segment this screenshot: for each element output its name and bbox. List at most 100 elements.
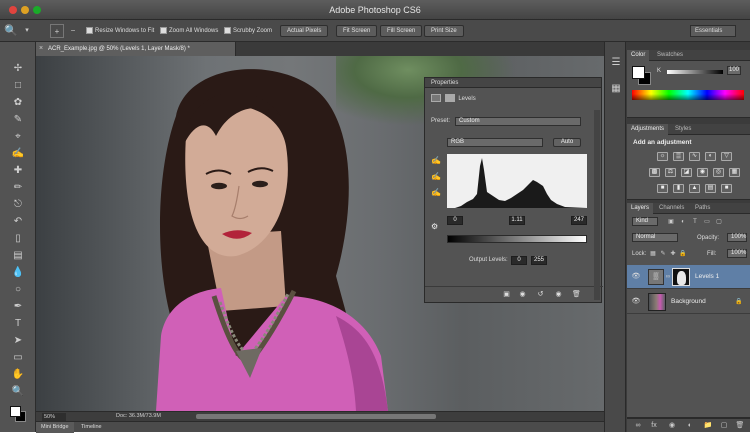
brush-icon[interactable]: ✏ — [10, 181, 26, 195]
lock-position-icon[interactable]: ✚ — [669, 250, 677, 258]
healing-icon[interactable]: ✚ — [10, 164, 26, 178]
curves-icon[interactable]: ∿ — [689, 152, 700, 161]
zoom-level-field[interactable]: 50% — [42, 413, 66, 421]
reset-icon[interactable]: ↺ — [535, 290, 546, 299]
tab-styles[interactable]: Styles — [671, 124, 695, 135]
filter-smart-object-icon[interactable]: ▢ — [715, 218, 723, 226]
zoom-tool-icon[interactable]: 🔍 — [4, 24, 18, 38]
fill-screen-button[interactable]: Fill Screen — [380, 25, 423, 37]
tab-paths[interactable]: Paths — [691, 203, 714, 214]
selective-color-icon[interactable]: ■ — [721, 184, 732, 193]
layer-mask-icon[interactable] — [444, 94, 455, 103]
workspace-switcher[interactable]: Essentials — [690, 25, 736, 37]
properties-panel-icon[interactable]: ▦ — [609, 82, 623, 96]
channel-mixer-icon[interactable]: ◎ — [713, 168, 724, 177]
foreground-color-swatch[interactable] — [10, 406, 21, 417]
color-lookup-icon[interactable]: ▦ — [729, 168, 740, 177]
tab-adjustments[interactable]: Adjustments — [627, 124, 669, 135]
properties-scrollbar[interactable] — [594, 110, 600, 300]
crop-icon[interactable]: ⌖ — [10, 130, 26, 144]
shape-icon[interactable]: ▭ — [10, 351, 26, 365]
new-adjustment-icon[interactable]: ◐ — [685, 421, 695, 431]
filter-pixel-icon[interactable]: ▣ — [667, 218, 675, 226]
input-white-field[interactable]: 247 — [571, 216, 587, 225]
auto-button[interactable]: Auto — [553, 138, 581, 147]
tab-layers[interactable]: Layers — [627, 203, 654, 214]
filter-adjustment-icon[interactable]: ◐ — [679, 218, 687, 226]
layer-filter-kind-select[interactable]: Kind — [632, 217, 658, 226]
delete-icon[interactable]: 🗑 — [571, 290, 582, 299]
link-layers-icon[interactable]: ∞ — [633, 421, 643, 431]
view-previous-icon[interactable]: ◉ — [517, 290, 528, 299]
brightness-contrast-icon[interactable]: ☼ — [657, 152, 668, 161]
marquee-icon[interactable]: □ — [10, 79, 26, 93]
new-group-icon[interactable]: 📁 — [703, 421, 713, 431]
blur-icon[interactable]: 💧 — [10, 266, 26, 280]
trash-icon[interactable]: 🗑 — [735, 421, 745, 431]
type-icon[interactable]: T — [10, 317, 26, 331]
layer-row-background[interactable]: 👁 Background 🔒 — [627, 290, 750, 314]
hue-saturation-icon[interactable]: ▩ — [649, 168, 660, 177]
clipping-icon[interactable]: ⚙ — [431, 222, 441, 232]
preset-select[interactable]: Custom — [455, 117, 581, 126]
vibrance-icon[interactable]: ▽ — [721, 152, 732, 161]
eye-icon[interactable]: 👁 — [631, 272, 641, 282]
output-gradient-bar[interactable] — [447, 235, 587, 243]
filter-shape-icon[interactable]: ▭ — [703, 218, 711, 226]
hand-icon[interactable]: ✋ — [10, 368, 26, 382]
levels-icon[interactable]: ▒ — [673, 152, 684, 161]
horizontal-scrollbar[interactable] — [196, 414, 436, 419]
visibility-icon[interactable]: ◉ — [553, 290, 564, 299]
black-point-eyedropper-icon[interactable]: ✍ — [431, 156, 441, 166]
gradient-map-icon[interactable]: ▤ — [705, 184, 716, 193]
fit-screen-button[interactable]: Fit Screen — [336, 25, 378, 37]
lock-transparent-icon[interactable]: ▦ — [649, 250, 657, 258]
blend-mode-select[interactable]: Normal — [632, 233, 678, 242]
tab-timeline[interactable]: Timeline — [76, 422, 107, 433]
zoom-out-icon[interactable]: − — [66, 24, 80, 38]
dodge-icon[interactable]: ○ — [10, 283, 26, 297]
eye-icon[interactable]: 👁 — [631, 297, 641, 307]
close-icon[interactable]: × — [39, 42, 43, 56]
properties-panel-title[interactable]: Properties — [425, 78, 601, 88]
white-point-eyedropper-icon[interactable]: ✍ — [431, 188, 441, 198]
gray-point-eyedropper-icon[interactable]: ✍ — [431, 172, 441, 182]
zoom-all-windows-checkbox[interactable]: Zoom All Windows — [160, 26, 218, 36]
tab-channels[interactable]: Channels — [655, 203, 688, 214]
threshold-icon[interactable]: ▲ — [689, 184, 700, 193]
preset-dropdown-icon[interactable]: ▾ — [20, 24, 34, 38]
zoom-in-icon[interactable]: + — [50, 24, 64, 38]
link-icon[interactable]: ∞ — [664, 273, 672, 281]
path-select-icon[interactable]: ➤ — [10, 334, 26, 348]
color-balance-icon[interactable]: ⚖ — [665, 168, 676, 177]
tab-mini-bridge[interactable]: Mini Bridge — [36, 422, 74, 433]
quick-select-icon[interactable]: ✎ — [10, 113, 26, 127]
add-mask-icon[interactable]: ◉ — [667, 421, 677, 431]
fill-field[interactable]: 100% — [727, 249, 747, 258]
opacity-field[interactable]: 100% — [727, 233, 747, 242]
eyedropper-icon[interactable]: ✍ — [10, 147, 26, 161]
eraser-icon[interactable]: ▯ — [10, 232, 26, 246]
output-white-field[interactable]: 255 — [531, 256, 547, 265]
pen-icon[interactable]: ✒ — [10, 300, 26, 314]
lasso-icon[interactable]: ✿ — [10, 96, 26, 110]
gradient-icon[interactable]: ▤ — [10, 249, 26, 263]
tab-color[interactable]: Color — [627, 50, 650, 61]
black-white-icon[interactable]: ◪ — [681, 168, 692, 177]
invert-icon[interactable]: ■ — [657, 184, 668, 193]
filter-type-icon[interactable]: T — [691, 218, 699, 226]
color-foreground-swatch[interactable] — [632, 66, 645, 79]
document-tab[interactable]: × ACR_Example.jpg @ 50% (Levels 1, Layer… — [36, 42, 236, 56]
levels-histogram[interactable] — [447, 154, 587, 208]
photo-filter-icon[interactable]: ◉ — [697, 168, 708, 177]
zoom-icon[interactable]: 🔍 — [10, 385, 26, 399]
layer-style-icon[interactable]: fx — [649, 421, 659, 431]
posterize-icon[interactable]: ▮ — [673, 184, 684, 193]
exposure-icon[interactable]: ◐ — [705, 152, 716, 161]
layer-name[interactable]: Levels 1 — [695, 273, 719, 280]
scrubby-zoom-checkbox[interactable]: Scrubby Zoom — [224, 26, 272, 36]
print-size-button[interactable]: Print Size — [424, 25, 464, 37]
clip-to-layer-icon[interactable]: ▣ — [501, 290, 512, 299]
resize-windows-checkbox[interactable]: Resize Windows to Fit — [86, 26, 154, 36]
lock-image-icon[interactable]: ✎ — [659, 250, 667, 258]
